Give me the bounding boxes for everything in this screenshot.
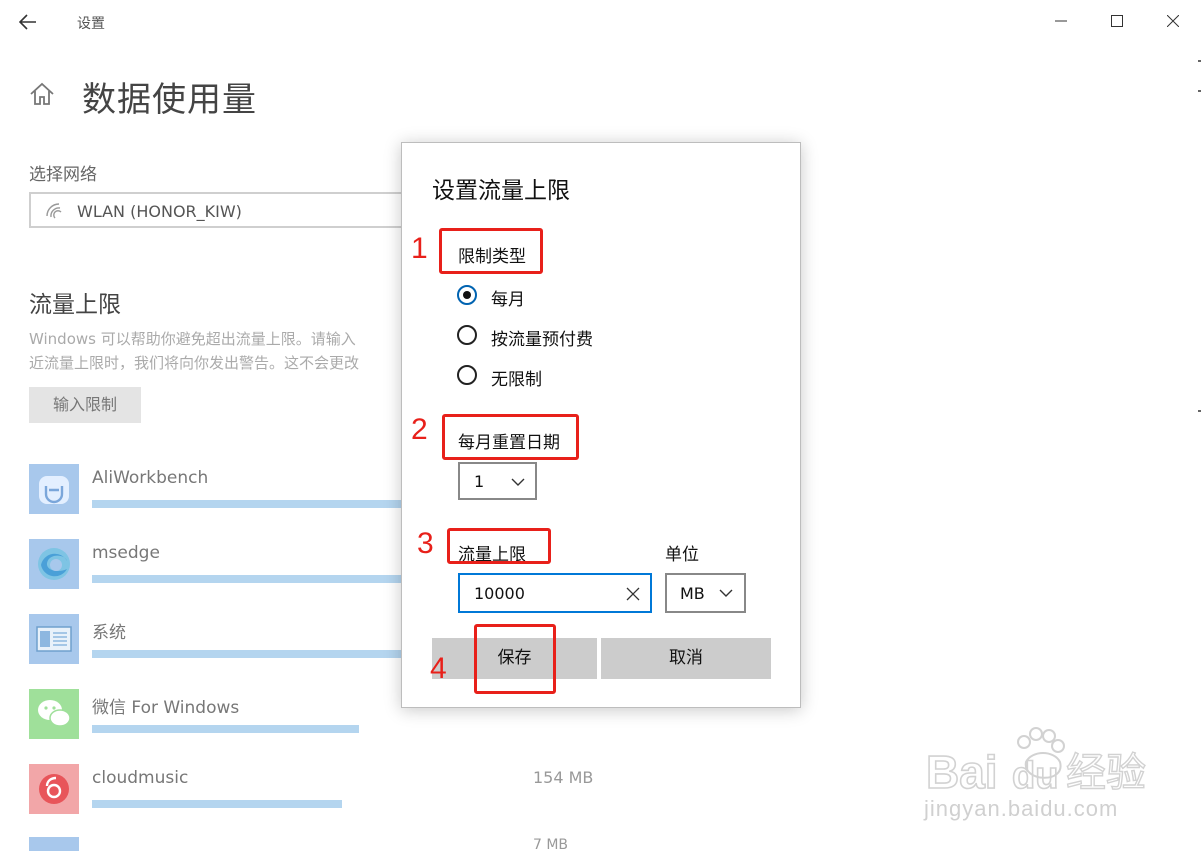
home-icon[interactable] [28, 80, 56, 108]
app-name: AliWorkbench [92, 468, 209, 488]
chevron-down-icon [511, 478, 525, 486]
system-icon [29, 614, 79, 664]
close-button[interactable] [1150, 6, 1196, 38]
usage-bar [92, 650, 402, 658]
radio-unlimited[interactable]: 无限制 [457, 363, 617, 391]
radio-label: 按流量预付费 [491, 330, 593, 350]
radio-unchecked-icon [457, 325, 477, 345]
window-title: 设置 [77, 16, 105, 32]
radio-unchecked-icon [457, 365, 477, 385]
unit-value: MB [680, 584, 705, 603]
reset-date-select[interactable]: 1 [458, 462, 537, 500]
annotation-box-2 [442, 414, 579, 460]
back-button[interactable] [10, 8, 46, 36]
edge-icon [29, 539, 79, 589]
limit-heading: 流量上限 [29, 292, 121, 318]
network-label: 选择网络 [29, 165, 97, 185]
data-limit-value: 10000 [474, 584, 525, 603]
radio-monthly[interactable]: 每月 [457, 283, 617, 311]
network-value: WLAN (HONOR_KIW) [77, 202, 242, 221]
network-select[interactable]: WLAN (HONOR_KIW) [29, 192, 429, 228]
radio-checked-icon [457, 285, 477, 305]
data-limit-input[interactable]: 10000 [458, 573, 652, 613]
aliworkbench-icon [29, 464, 79, 514]
app-icon [29, 837, 79, 851]
dialog-title: 设置流量上限 [432, 178, 570, 204]
page-title: 数据使用量 [82, 80, 257, 120]
unit-label: 单位 [665, 545, 699, 565]
usage-bar [92, 800, 342, 808]
usage-bar [92, 725, 359, 733]
app-row-partial: 7 MB [29, 837, 599, 851]
svg-text:Bai: Bai [926, 746, 998, 798]
clear-icon[interactable] [626, 587, 640, 601]
app-name: 微信 For Windows [92, 698, 240, 718]
maximize-button[interactable] [1094, 6, 1140, 38]
annotation-box-4 [474, 624, 556, 694]
arrow-left-icon [18, 14, 36, 30]
reset-date-value: 1 [474, 472, 485, 491]
close-icon [1166, 14, 1180, 28]
usage-bar [92, 575, 402, 583]
cloudmusic-icon [29, 764, 79, 814]
radio-prepaid[interactable]: 按流量预付费 [457, 323, 617, 351]
annotation-number-1: 1 [411, 232, 428, 265]
unit-select[interactable]: MB [665, 573, 746, 613]
annotation-number-3: 3 [417, 527, 434, 560]
watermark-url: jingyan.baidu.com [924, 796, 1119, 821]
annotation-number-2: 2 [411, 413, 428, 446]
annotation-number-4: 4 [430, 652, 447, 685]
scrollbar-tick [1198, 60, 1201, 62]
chevron-down-icon [719, 589, 733, 597]
maximize-icon [1111, 15, 1123, 27]
app-size: 154 MB [533, 768, 594, 787]
wechat-icon [29, 689, 79, 739]
limit-description-line-1: Windows 可以帮助你避免超出流量上限。请输入 [29, 330, 356, 348]
enter-limit-button[interactable]: 输入限制 [29, 387, 141, 423]
app-size: 7 MB [533, 837, 569, 851]
limit-description-line-2: 近流量上限时，我们将向你发出警告。这不会更改 [29, 354, 360, 372]
minimize-icon [1055, 20, 1067, 22]
app-row-cloudmusic: cloudmusic 154 MB [29, 764, 599, 814]
app-name: 系统 [92, 623, 126, 643]
annotation-box-3 [447, 528, 551, 564]
usage-bar [92, 500, 402, 508]
radio-label: 每月 [491, 290, 525, 310]
title-bar [0, 0, 1204, 44]
scrollbar-tick [1198, 90, 1201, 92]
svg-text:du: du [1012, 755, 1058, 797]
cancel-button[interactable]: 取消 [601, 638, 771, 679]
minimize-button[interactable] [1038, 6, 1084, 38]
annotation-box-1 [439, 228, 543, 274]
app-name: cloudmusic [92, 768, 189, 788]
svg-text:经验: 经验 [1066, 750, 1146, 796]
app-name: msedge [92, 543, 160, 563]
scrollbar-tick [1198, 410, 1201, 412]
wifi-icon [46, 203, 62, 219]
radio-label: 无限制 [491, 370, 542, 390]
